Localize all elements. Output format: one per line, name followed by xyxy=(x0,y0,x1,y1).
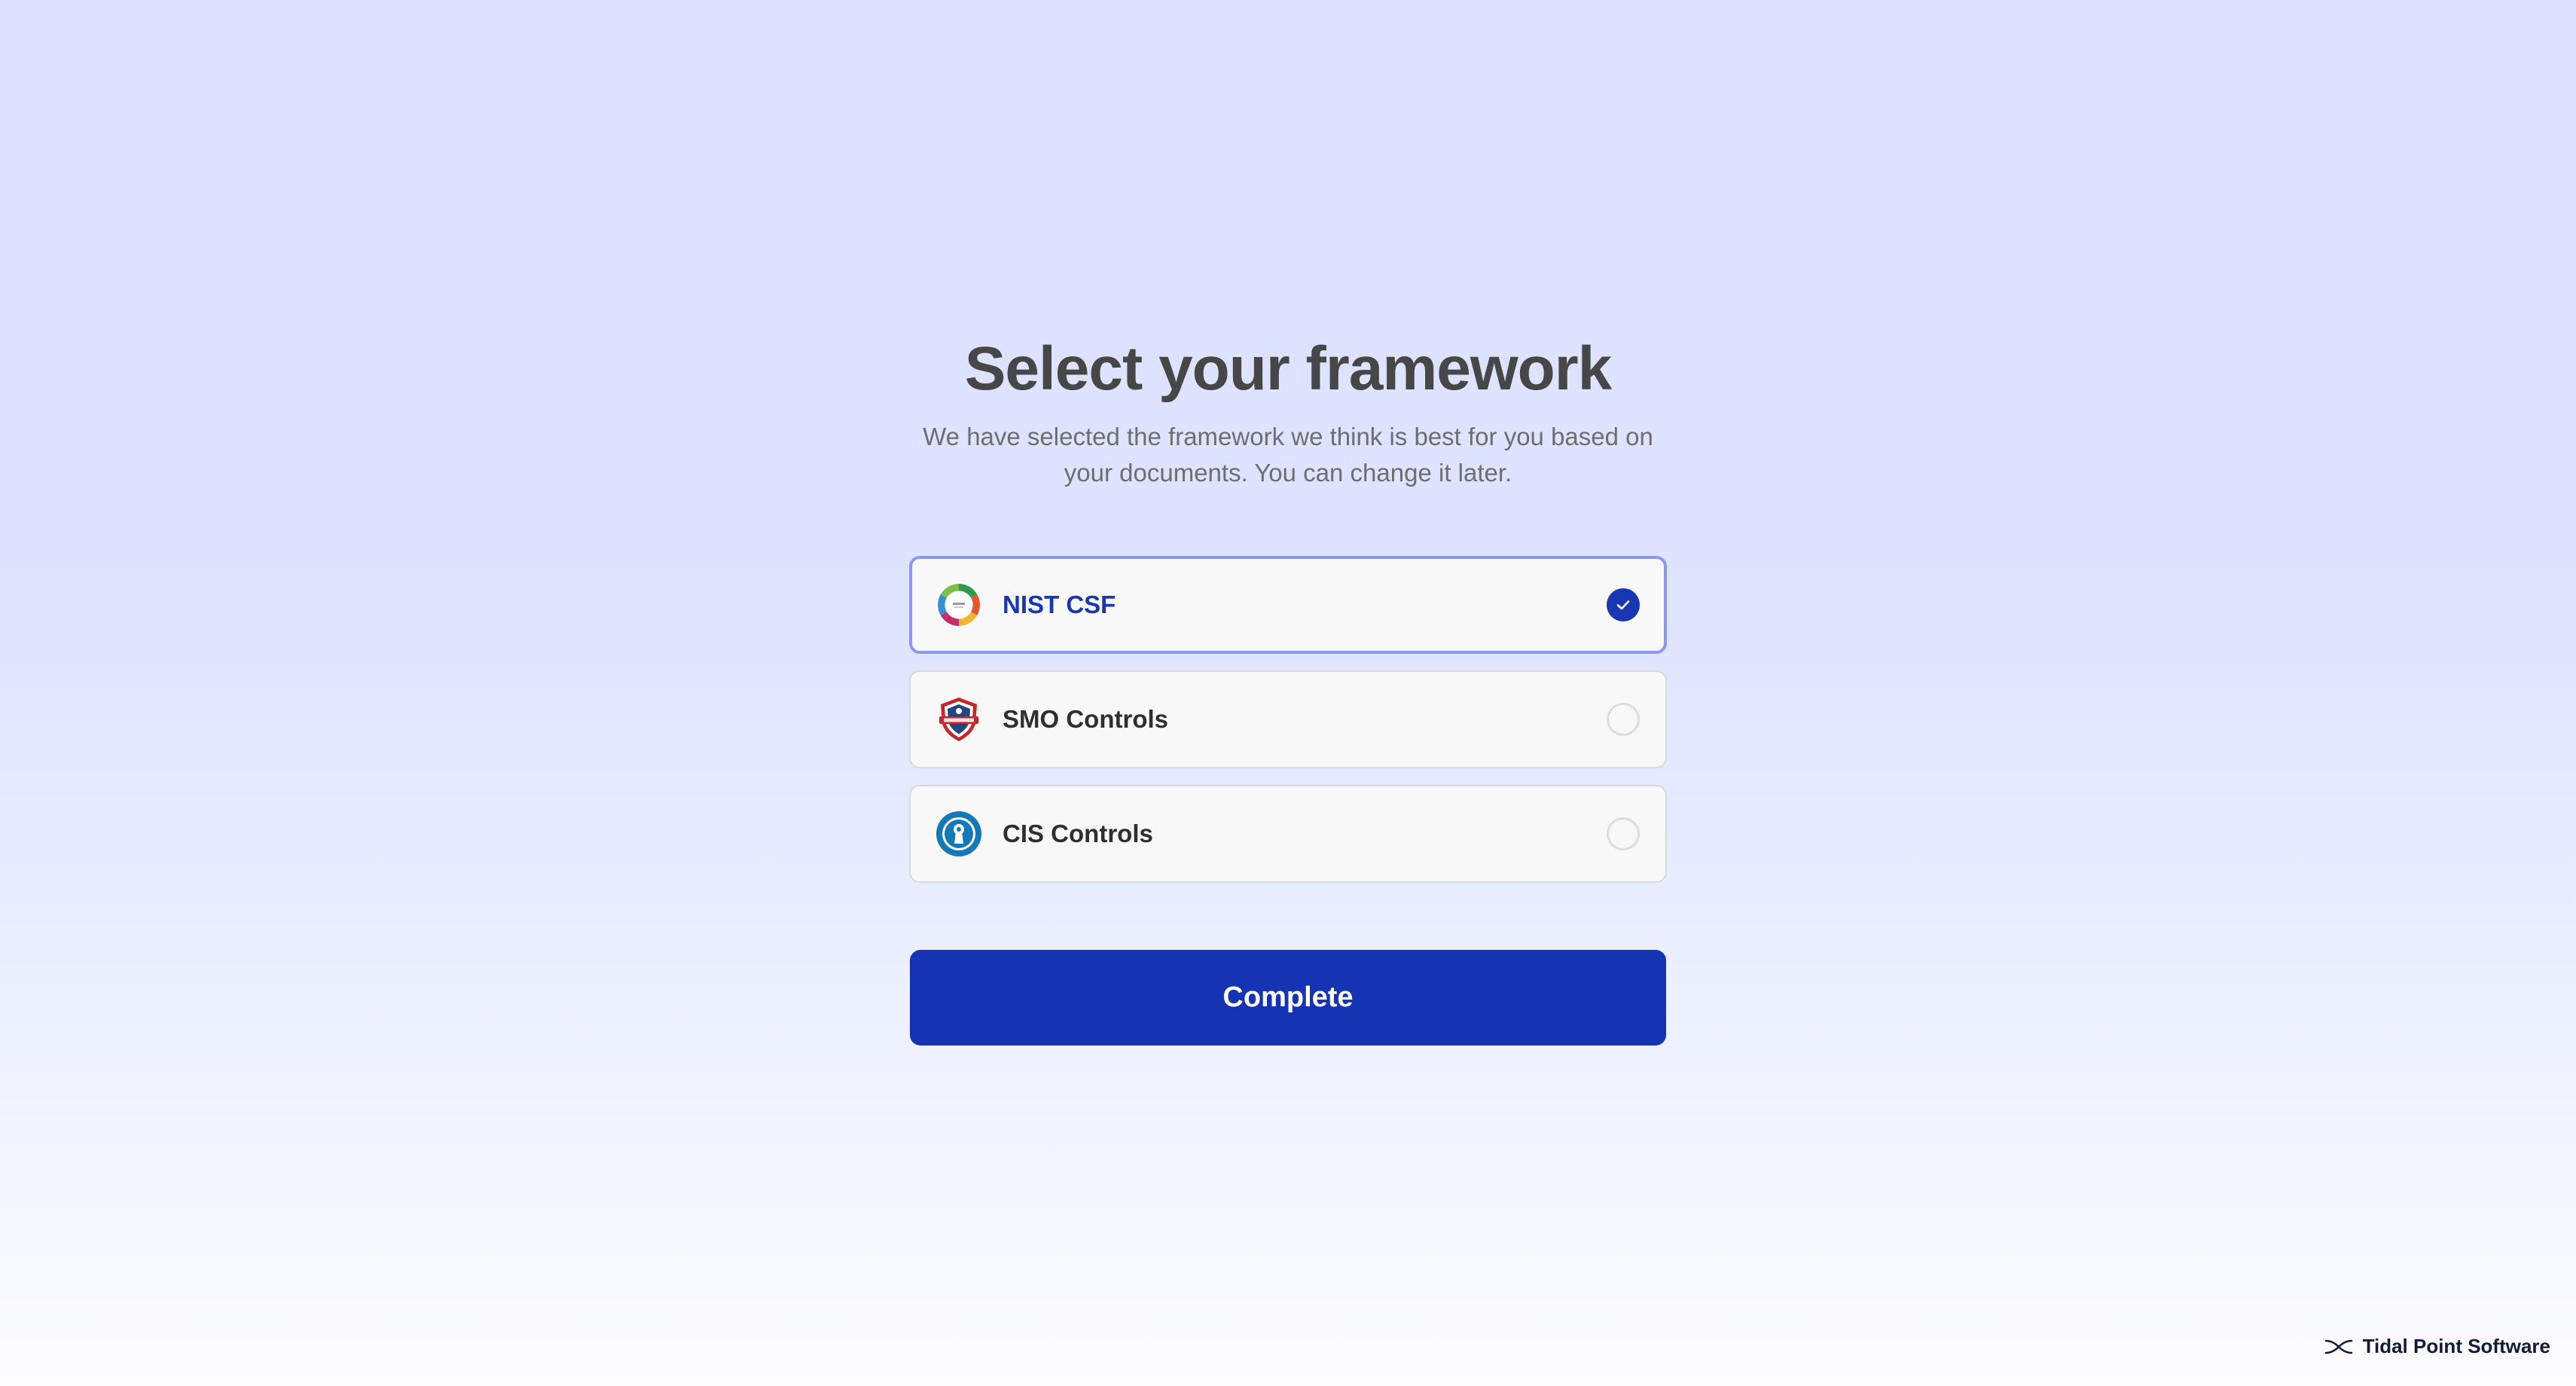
security-shield-logo-icon xyxy=(935,695,983,743)
radio-checked-icon[interactable] xyxy=(1607,588,1640,621)
crossed-waves-icon xyxy=(2324,1339,2352,1354)
radio-unchecked-icon[interactable] xyxy=(1607,703,1640,736)
brand-name: Tidal Point Software xyxy=(2362,1335,2550,1357)
nist-csf-logo-icon xyxy=(935,581,983,629)
framework-option-label: SMO Controls xyxy=(1003,705,1168,733)
framework-option-nist-csf[interactable]: NIST CSF xyxy=(909,556,1667,654)
cis-keyhole-logo-icon xyxy=(935,810,983,858)
framework-option-cis-controls[interactable]: CIS Controls xyxy=(909,785,1667,883)
brand-footer: Tidal Point Software xyxy=(2324,1335,2550,1358)
page-title: Select your framework xyxy=(964,334,1613,403)
framework-selection-page: Select your framework We have selected t… xyxy=(0,0,2576,1386)
radio-unchecked-icon[interactable] xyxy=(1607,817,1640,850)
framework-option-label: CIS Controls xyxy=(1003,820,1153,847)
framework-options-list: NIST CSF SMO Controls CIS Controls xyxy=(909,556,1667,899)
page-subtitle: We have selected the framework we think … xyxy=(923,423,1653,487)
checkmark-icon xyxy=(1616,600,1630,610)
complete-button[interactable]: Complete xyxy=(910,950,1666,1046)
framework-option-label: NIST CSF xyxy=(1003,591,1116,618)
framework-option-smo-controls[interactable]: SMO Controls xyxy=(909,670,1667,768)
